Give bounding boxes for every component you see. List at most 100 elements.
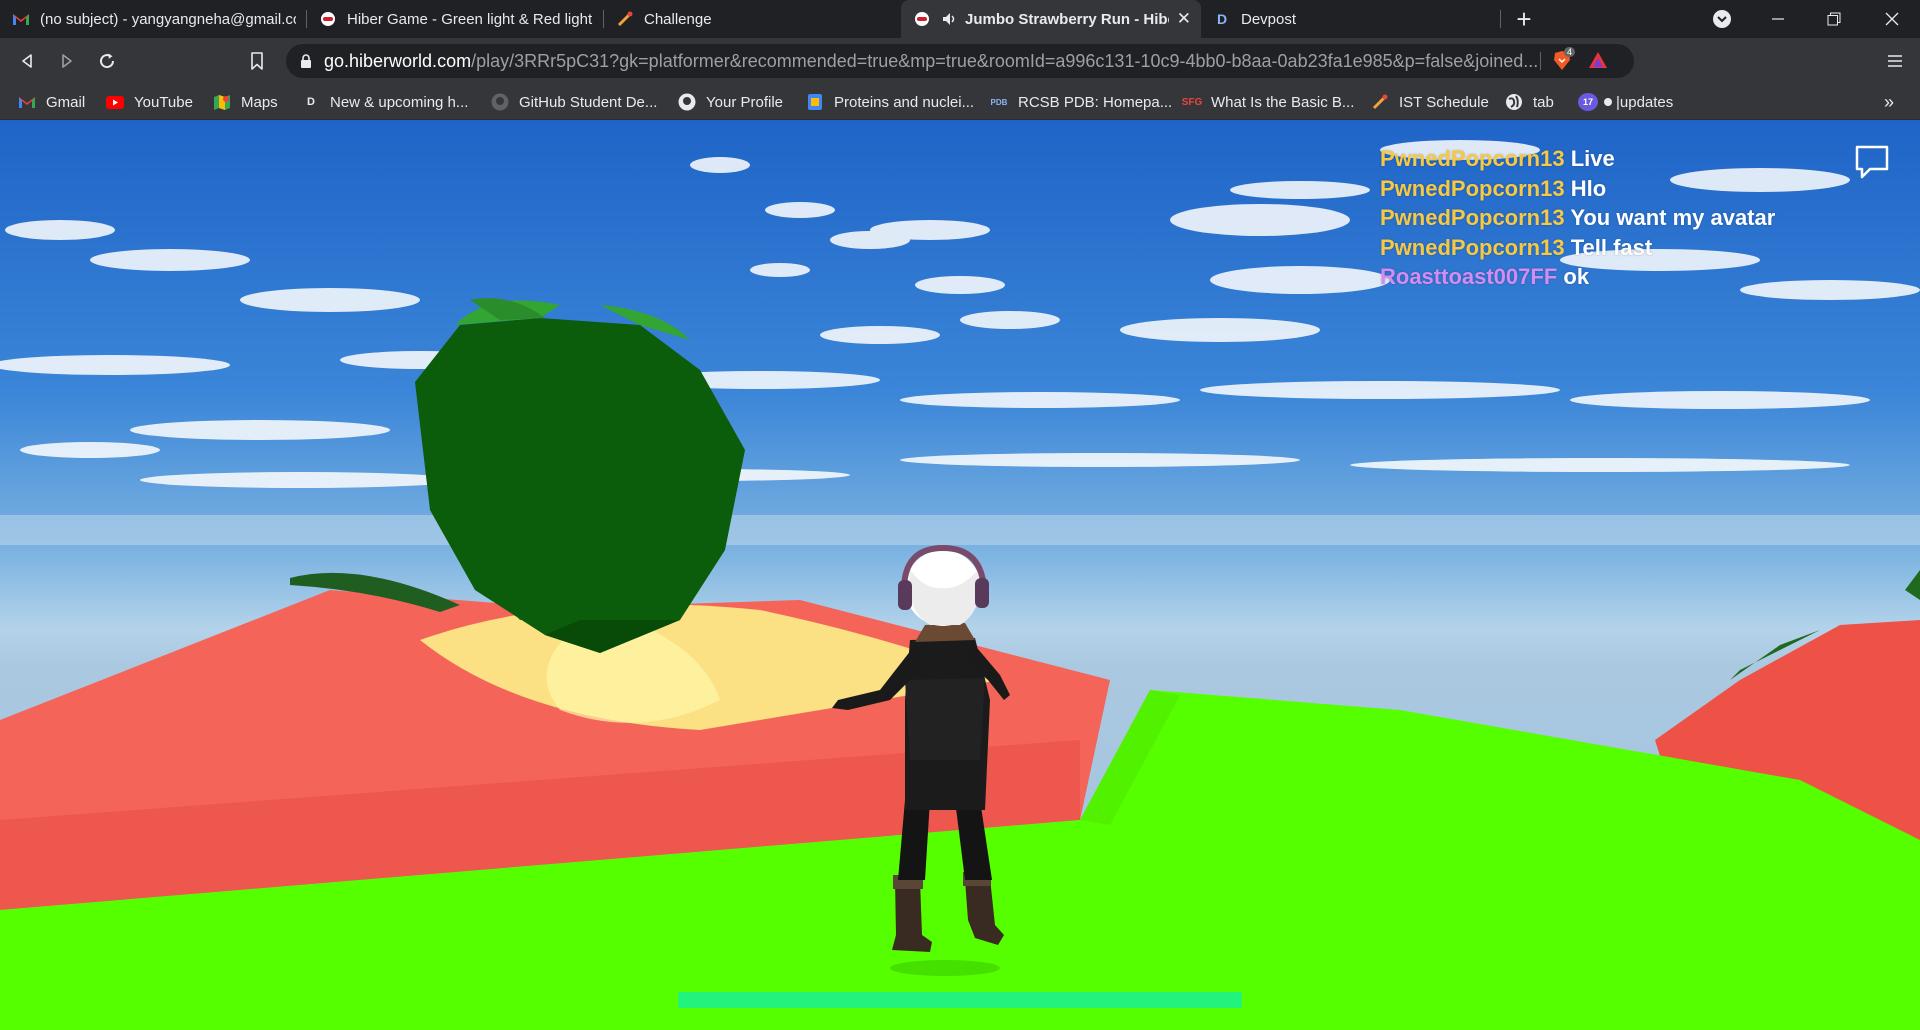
tab-strip: (no subject) - yangyangneha@gmail.com Hi… (0, 0, 1920, 38)
hiber-icon (913, 10, 931, 28)
minimize-button[interactable] (1750, 0, 1806, 38)
dot-icon (1604, 98, 1612, 106)
menu-icon (1888, 55, 1902, 67)
chat-text: Live (1570, 146, 1615, 171)
new-tab-button[interactable]: + (1496, 0, 1552, 38)
hiber-icon (319, 10, 337, 28)
url-text[interactable]: go.hiberworld.com/play/3RRr5pC31?gk=plat… (324, 51, 1564, 72)
chat-username: PwnedPopcorn13 (1380, 234, 1565, 260)
browser-toolbar: go.hiberworld.com/play/3RRr5pC31?gk=plat… (0, 38, 1920, 84)
bookmark-label: Proteins and nuclei... (834, 93, 975, 111)
chat-message: Roasttoast007FF ok (1380, 262, 1775, 292)
tab-challenge[interactable]: Challenge (604, 0, 900, 38)
close-tab-icon[interactable]: ✕ (1177, 9, 1191, 29)
bookmark-new-upcoming[interactable]: D New & upcoming h... (302, 84, 468, 120)
pdb-icon: PDB (990, 97, 1008, 107)
bookmark-what-is-basic[interactable]: SFG What Is the Basic B... (1181, 84, 1355, 120)
tab-gmail[interactable]: (no subject) - yangyangneha@gmail.com (0, 0, 306, 38)
close-window-button[interactable] (1864, 0, 1920, 38)
back-button[interactable] (12, 46, 42, 76)
chat-log: PwnedPopcorn13 Live PwnedPopcorn13 Hlo P… (1380, 144, 1775, 292)
restore-button[interactable] (1806, 0, 1862, 38)
bookmark-github-student[interactable]: GitHub Student De... (491, 84, 657, 120)
youtube-icon (106, 93, 124, 111)
menu-button[interactable] (1880, 46, 1910, 76)
gmail-icon (18, 93, 36, 111)
bookmark-button[interactable] (242, 46, 272, 76)
bookmark-label: New & upcoming h... (330, 93, 469, 111)
chat-text: Tell fast (1570, 234, 1653, 260)
bookmark-label: YouTube (134, 93, 193, 111)
devpost-icon: D (307, 96, 315, 108)
tab-title: Hiber Game - Green light & Red light (347, 10, 593, 28)
address-bar[interactable]: go.hiberworld.com/play/3RRr5pC31?gk=plat… (286, 44, 1634, 78)
bookmark-label: Maps (241, 93, 278, 111)
bookmark-label: GitHub Student De... (519, 93, 658, 111)
minimize-icon (1772, 18, 1784, 20)
forward-arrow-icon (62, 54, 72, 68)
bookmark-label: tab (1533, 93, 1554, 111)
omnibox-divider (1540, 52, 1541, 70)
chat-text: ok (1563, 264, 1590, 289)
brave-badge: 4 (1564, 47, 1576, 57)
chat-text: Hlo (1570, 175, 1607, 201)
github-icon (678, 93, 696, 111)
chat-username: Roasttoast007FF (1380, 264, 1558, 289)
url-host: go.hiberworld.com (324, 50, 472, 71)
chat-toggle-button[interactable] (1852, 142, 1892, 182)
tab-jumbo-strawberry-run[interactable]: Jumbo Strawberry Run - HiberWorld ✕ (901, 0, 1201, 38)
bookmark-icon (251, 52, 263, 70)
bookmark-rcsb-pdb[interactable]: PDB RCSB PDB: Homepa... (990, 84, 1173, 120)
maps-icon (213, 93, 231, 111)
chat-bubble-icon (1855, 145, 1889, 179)
back-arrow-icon (22, 54, 32, 68)
bookmark-label: IST Schedule (1399, 93, 1489, 111)
bookmarks-bar: Gmail YouTube Maps D New & upcoming h...… (0, 84, 1920, 120)
bookmark-label: What Is the Basic B... (1211, 93, 1355, 111)
bookmark-youtube[interactable]: YouTube (106, 84, 193, 120)
gmail-icon (12, 10, 30, 28)
brave-shields-button[interactable]: 4 (1552, 47, 1576, 72)
bookmark-maps[interactable]: Maps (213, 84, 278, 120)
tab-hiber-game[interactable]: Hiber Game - Green light & Red light (307, 0, 603, 38)
bookmark-gmail[interactable]: Gmail (18, 84, 85, 120)
tab-title: Jumbo Strawberry Run - HiberWorld (965, 10, 1169, 28)
lock-icon (301, 53, 311, 68)
bookmark-label: Gmail (46, 93, 86, 111)
chat-message: PwnedPopcorn13 Hlo (1380, 174, 1775, 204)
bookmarks-overflow-button[interactable]: » (1884, 84, 1894, 120)
brave-rewards-button[interactable] (1588, 51, 1610, 71)
challenge-icon (616, 10, 634, 28)
tab-search-button[interactable] (1694, 0, 1750, 38)
game-viewport[interactable]: PwnedPopcorn13 Live PwnedPopcorn13 Hlo P… (0, 120, 1920, 1030)
bookmark-your-profile[interactable]: Your Profile (678, 84, 783, 120)
restore-icon (1827, 12, 1841, 26)
chat-message: PwnedPopcorn13 Tell fast (1380, 233, 1775, 263)
tab-title: (no subject) - yangyangneha@gmail.com (40, 10, 296, 28)
bookmark-label: |updates (1616, 93, 1674, 111)
forward-button[interactable] (52, 46, 82, 76)
challenge-icon (1371, 93, 1389, 111)
chevron-down-icon (1713, 10, 1731, 28)
reload-icon (100, 53, 115, 69)
reload-button[interactable] (92, 46, 122, 76)
tab-title: Devpost (1241, 10, 1297, 28)
bookmark-ist-schedule[interactable]: IST Schedule (1371, 84, 1489, 120)
bookmark-tab[interactable]: tab (1505, 84, 1554, 120)
bookmark-label: Your Profile (706, 93, 783, 111)
chat-username: PwnedPopcorn13 (1380, 146, 1565, 171)
bookmark-proteins[interactable]: Proteins and nuclei... (806, 84, 974, 120)
chat-username: PwnedPopcorn13 (1380, 175, 1565, 201)
sfg-icon: SFG (1181, 96, 1203, 108)
progress-bar (678, 992, 1242, 1008)
protein-icon (806, 93, 824, 111)
close-icon (1885, 12, 1899, 26)
bookmark-updates[interactable]: 17 |updates (1578, 84, 1673, 120)
chat-message: PwnedPopcorn13 You want my avatar (1380, 203, 1775, 233)
devpost-icon: D (1216, 11, 1228, 27)
tab-devpost[interactable]: D Devpost (1201, 0, 1501, 38)
tab-title: Challenge (644, 10, 712, 28)
speaker-icon[interactable] (941, 10, 959, 28)
github-icon (491, 93, 509, 111)
bookmark-label: RCSB PDB: Homepa... (1018, 93, 1173, 111)
